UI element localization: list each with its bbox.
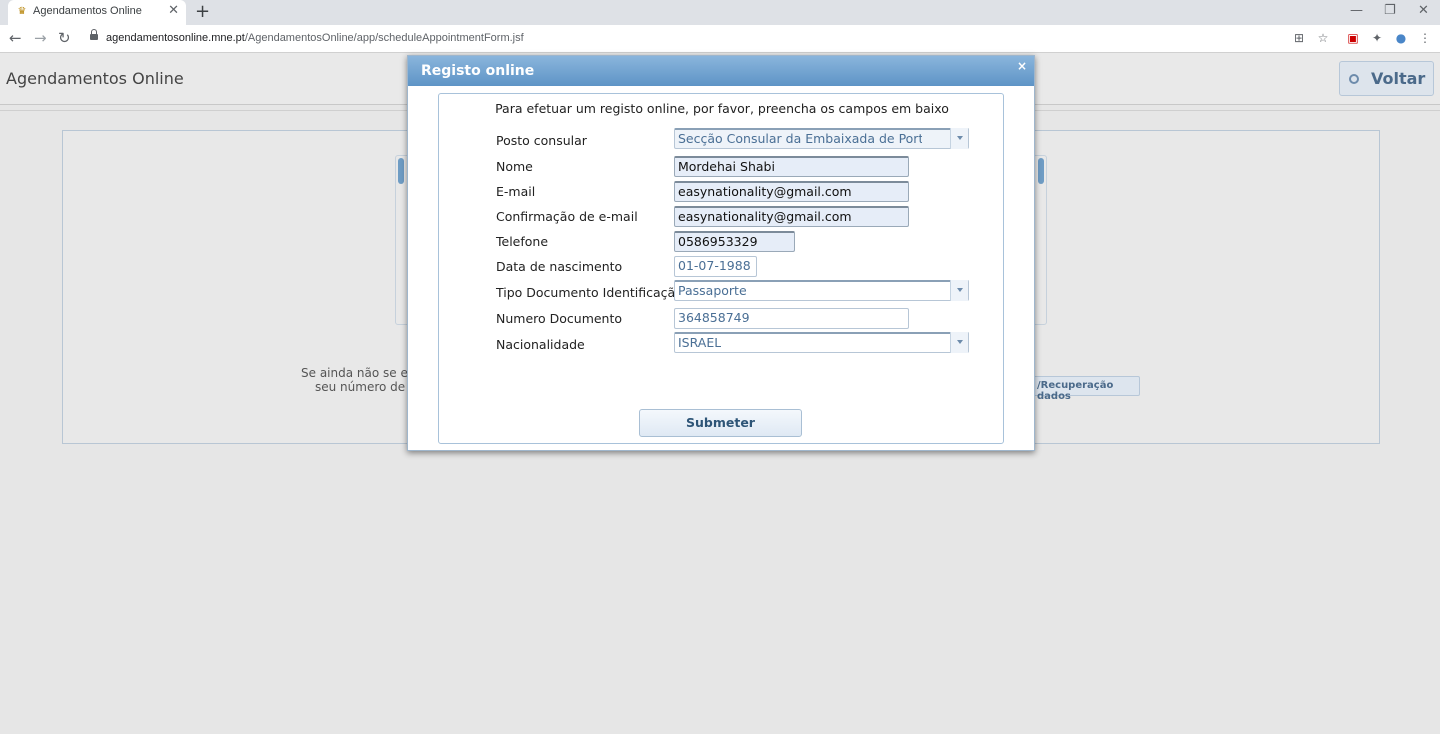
box-accent-left: [398, 158, 404, 184]
nome-field[interactable]: Mordehai Shabi: [674, 156, 909, 177]
submit-button[interactable]: Submeter: [639, 409, 802, 437]
nome-label: Nome: [496, 159, 533, 174]
tab-close-icon[interactable]: ✕: [168, 4, 179, 18]
modal-title: Registo online: [421, 63, 535, 79]
address-bar[interactable]: agendamentosonline.mne.pt/AgendamentosOn…: [106, 32, 524, 44]
extensions-puzzle-icon[interactable]: ✦: [1370, 31, 1384, 45]
email-field[interactable]: easynationality@gmail.com: [674, 181, 909, 202]
new-tab-icon[interactable]: +: [195, 2, 210, 22]
data-nascimento-field[interactable]: 01-07-1988: [674, 256, 757, 277]
forward-icon[interactable]: →: [34, 28, 47, 48]
email-confirm-field[interactable]: easynationality@gmail.com: [674, 206, 909, 227]
posto-consular-label: Posto consular: [496, 133, 587, 148]
translate-icon[interactable]: ⊞: [1292, 31, 1306, 45]
profile-icon[interactable]: ●: [1394, 31, 1408, 45]
modal-header: Registo online ×: [408, 56, 1034, 86]
star-icon[interactable]: ☆: [1316, 31, 1330, 45]
back-circle-icon: [1349, 74, 1359, 84]
email-label: E-mail: [496, 184, 536, 199]
crest-favicon-icon: ♛: [17, 6, 27, 17]
chevron-down-icon[interactable]: [950, 280, 968, 301]
voltar-label: Voltar: [1371, 69, 1426, 88]
background-text-line2: seu número de: [315, 380, 406, 394]
background-text-line1: Se ainda não se er: [301, 366, 413, 380]
voltar-button[interactable]: Voltar: [1339, 61, 1434, 96]
chevron-down-icon[interactable]: [950, 128, 968, 149]
restore-icon[interactable]: ❐: [1384, 3, 1396, 18]
browser-toolbar: ← → ↻ agendamentosonline.mne.pt/Agendame…: [0, 25, 1440, 53]
data-nascimento-label: Data de nascimento: [496, 259, 623, 274]
form-intro: Para efetuar um registo online, por favo…: [495, 101, 949, 116]
url-path: /AgendamentosOnline/app/scheduleAppointm…: [244, 32, 524, 44]
reload-icon[interactable]: ↻: [58, 28, 71, 48]
numero-documento-field[interactable]: 364858749: [674, 308, 909, 329]
pdf-extension-icon[interactable]: ▣: [1346, 31, 1360, 45]
telefone-label: Telefone: [496, 234, 549, 249]
telefone-field[interactable]: 0586953329: [674, 231, 795, 252]
app-title: Agendamentos Online: [6, 69, 184, 88]
nacionalidade-select[interactable]: ISRAEL: [674, 332, 969, 353]
minimize-icon[interactable]: —: [1350, 3, 1363, 18]
posto-consular-select[interactable]: Secção Consular da Embaixada de Portugal: [674, 128, 969, 149]
numero-documento-label: Numero Documento: [496, 311, 623, 326]
chevron-down-icon[interactable]: [950, 332, 968, 353]
tipo-documento-select[interactable]: Passaporte: [674, 280, 969, 301]
nacionalidade-value: ISRAEL: [678, 335, 722, 350]
browser-tab-bar: ♛ Agendamentos Online ✕ + — ❐ ✕: [0, 0, 1440, 25]
registration-form: Para efetuar um registo online, por favo…: [438, 93, 1004, 444]
recovery-button[interactable]: /Recuperação dados: [1028, 376, 1140, 402]
tab-title: Agendamentos Online: [33, 5, 142, 17]
tipo-documento-label: Tipo Documento Identificação: [496, 285, 683, 300]
registration-modal: Registo online × Para efetuar um registo…: [407, 55, 1035, 451]
back-icon[interactable]: ←: [9, 28, 22, 48]
url-domain: agendamentosonline.mne.pt: [106, 32, 245, 44]
posto-consular-value: Secção Consular da Embaixada de Portugal: [678, 131, 922, 146]
window-close-icon[interactable]: ✕: [1418, 3, 1429, 18]
tipo-documento-value: Passaporte: [678, 283, 747, 298]
menu-icon[interactable]: ⋮: [1418, 31, 1432, 45]
box-accent-right: [1038, 158, 1044, 184]
browser-tab[interactable]: ♛ Agendamentos Online ✕: [8, 0, 186, 25]
nacionalidade-label: Nacionalidade: [496, 337, 585, 352]
email-confirm-label: Confirmação de e-mail: [496, 209, 638, 224]
modal-close-icon[interactable]: ×: [1017, 59, 1027, 73]
lock-icon: [90, 29, 98, 43]
